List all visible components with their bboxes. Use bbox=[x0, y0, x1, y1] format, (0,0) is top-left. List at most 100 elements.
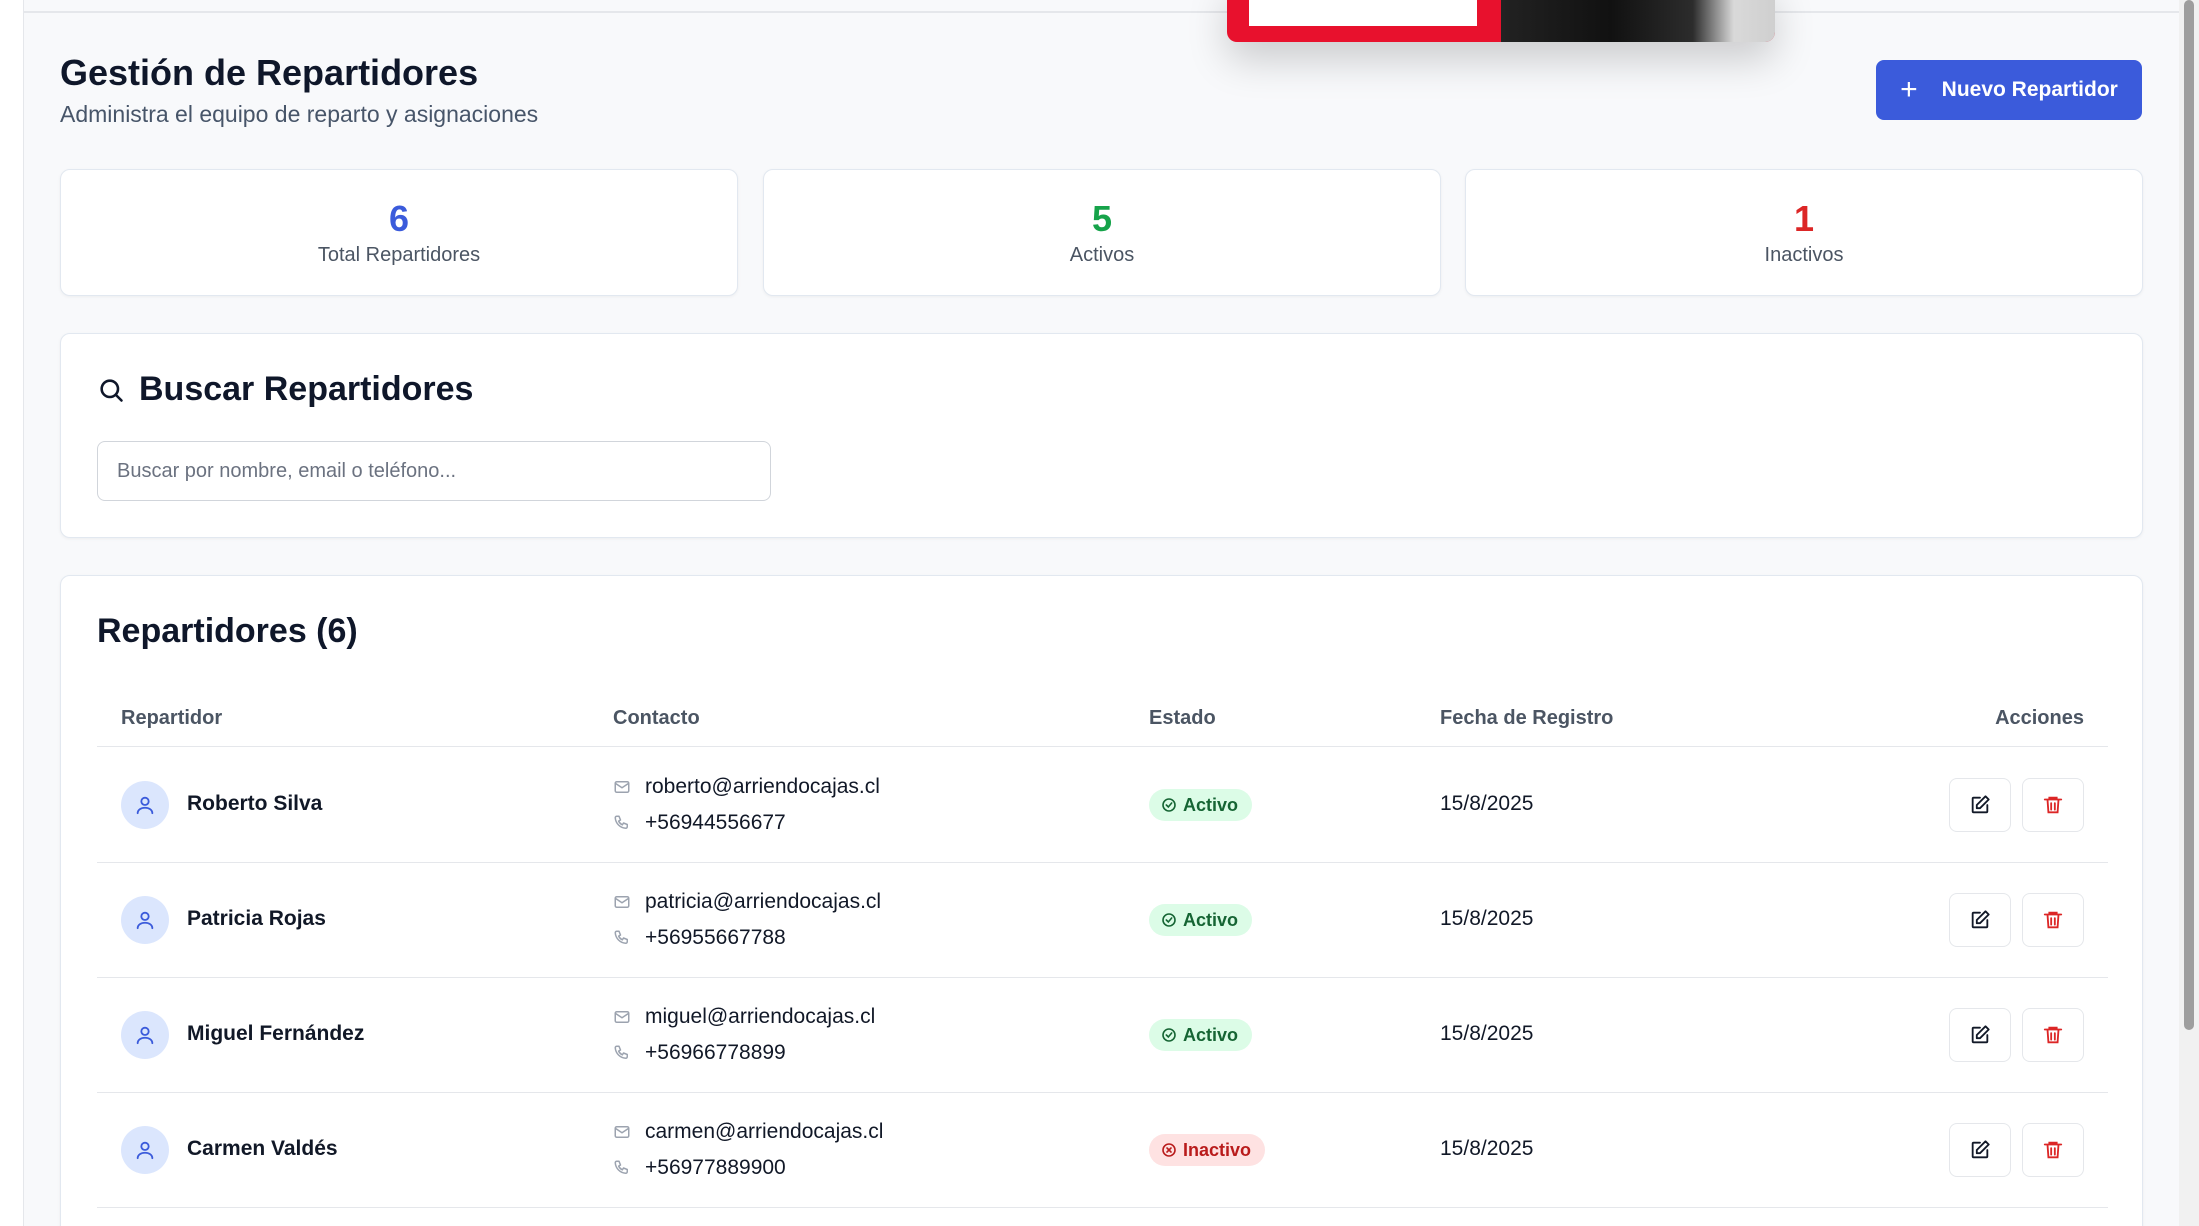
trash-icon bbox=[2043, 911, 2063, 929]
status-badge: Inactivo bbox=[1149, 1134, 1266, 1166]
contact-email-text: carmen@arriendocajas.cl bbox=[645, 1120, 884, 1143]
contact-email: miguel@arriendocajas.cl bbox=[613, 1005, 875, 1029]
contact-phone: +56944556677 bbox=[613, 811, 786, 835]
contact-phone: +56977889900 bbox=[613, 1156, 786, 1180]
registration-date: 15/8/2025 bbox=[1440, 1022, 1534, 1045]
delete-button[interactable] bbox=[2022, 1123, 2084, 1177]
phone-icon bbox=[614, 930, 628, 944]
overlay-popup-fragment bbox=[1227, 0, 1775, 42]
list-title: Repartidores (6) bbox=[97, 612, 358, 650]
contact-phone-text: +56944556677 bbox=[645, 811, 786, 834]
x-circle-icon bbox=[1162, 1143, 1176, 1157]
phone-icon bbox=[614, 815, 628, 829]
stat-inactive-label: Inactivos bbox=[1764, 244, 1844, 266]
delete-button[interactable] bbox=[2022, 1008, 2084, 1062]
trash-icon bbox=[2043, 1141, 2063, 1159]
status-badge-text: Activo bbox=[1183, 909, 1239, 930]
user-icon bbox=[136, 1026, 154, 1045]
column-header-contacto: Contacto bbox=[613, 707, 700, 729]
trash-icon bbox=[2043, 796, 2063, 814]
phone-icon bbox=[614, 1045, 628, 1059]
column-header-repartidor: Repartidor bbox=[121, 707, 223, 729]
overlay-white-panel bbox=[1249, 0, 1477, 26]
table-row: Miguel Fernández miguel@arriendocajas.cl… bbox=[97, 978, 2108, 1093]
contact-phone: +56955667788 bbox=[613, 926, 786, 950]
registration-date: 15/8/2025 bbox=[1440, 1137, 1534, 1160]
contact-email-text: miguel@arriendocajas.cl bbox=[645, 1005, 876, 1028]
main-content: Gestión de Repartidores Administra el eq… bbox=[24, 0, 2179, 1226]
edit-icon bbox=[1971, 910, 1990, 929]
table-row: Carmen Valdés carmen@arriendocajas.cl +5… bbox=[97, 1093, 2108, 1208]
contact-email-text: roberto@arriendocajas.cl bbox=[645, 775, 880, 798]
overlay-photo bbox=[1501, 0, 1775, 42]
stat-active-value: 5 bbox=[1091, 198, 1113, 239]
repartidor-name: Roberto Silva bbox=[187, 792, 323, 815]
user-icon bbox=[136, 1141, 154, 1160]
check-circle-icon bbox=[1162, 1028, 1176, 1042]
column-header-estado: Estado bbox=[1149, 707, 1216, 729]
top-bar bbox=[24, 0, 2179, 13]
vertical-scrollbar[interactable] bbox=[2179, 0, 2199, 1226]
plus-icon: + bbox=[1900, 73, 1918, 106]
registration-date: 15/8/2025 bbox=[1440, 792, 1534, 815]
edit-icon bbox=[1971, 795, 1990, 814]
status-badge-text: Activo bbox=[1183, 1024, 1239, 1045]
edit-button[interactable] bbox=[1949, 778, 2011, 832]
stat-total-label: Total Repartidores bbox=[317, 244, 481, 266]
column-header-fecha: Fecha de Registro bbox=[1440, 707, 1614, 729]
repartidor-name: Miguel Fernández bbox=[187, 1022, 365, 1045]
contact-email: roberto@arriendocajas.cl bbox=[613, 775, 880, 799]
new-repartidor-button[interactable]: + Nuevo Repartidor bbox=[1876, 60, 2142, 120]
edit-icon bbox=[1971, 1025, 1990, 1044]
check-circle-icon bbox=[1162, 798, 1176, 812]
contact-email: patricia@arriendocajas.cl bbox=[613, 890, 881, 914]
avatar bbox=[121, 781, 169, 829]
edit-button[interactable] bbox=[1949, 1008, 2011, 1062]
mail-icon bbox=[614, 1011, 630, 1023]
repartidor-name: Carmen Valdés bbox=[187, 1137, 338, 1160]
stat-card-active: 5 Activos bbox=[763, 169, 1441, 296]
trash-icon bbox=[2043, 1026, 2063, 1044]
mail-icon bbox=[614, 781, 630, 793]
mail-icon bbox=[614, 1126, 630, 1138]
status-badge: Activo bbox=[1149, 904, 1253, 936]
table-row: Roberto Silva roberto@arriendocajas.cl +… bbox=[97, 748, 2108, 863]
new-repartidor-button-label: Nuevo Repartidor bbox=[1941, 78, 2118, 101]
contact-phone-text: +56955667788 bbox=[645, 926, 786, 949]
delete-button[interactable] bbox=[2022, 778, 2084, 832]
delete-button[interactable] bbox=[2022, 893, 2084, 947]
stat-inactive-value: 1 bbox=[1793, 198, 1815, 239]
stat-card-inactive: 1 Inactivos bbox=[1465, 169, 2143, 296]
table-row: Patricia Rojas patricia@arriendocajas.cl… bbox=[97, 863, 2108, 978]
status-badge: Activo bbox=[1149, 789, 1253, 821]
contact-email: carmen@arriendocajas.cl bbox=[613, 1120, 883, 1144]
left-rail bbox=[0, 0, 24, 1226]
contact-phone: +56966778899 bbox=[613, 1041, 786, 1065]
column-header-acciones: Acciones bbox=[1995, 707, 2084, 729]
mail-icon bbox=[614, 896, 630, 908]
edit-button[interactable] bbox=[1949, 1123, 2011, 1177]
app-viewport: Gestión de Repartidores Administra el eq… bbox=[0, 0, 2199, 1226]
page-title: Gestión de Repartidores bbox=[60, 52, 479, 93]
user-icon bbox=[136, 911, 154, 930]
contact-email-text: patricia@arriendocajas.cl bbox=[645, 890, 882, 913]
table-header: Repartidor Contacto Estado Fecha de Regi… bbox=[97, 691, 2108, 747]
status-badge-text: Activo bbox=[1183, 794, 1239, 815]
user-icon bbox=[136, 796, 154, 815]
status-badge-text: Inactivo bbox=[1183, 1139, 1252, 1160]
check-circle-icon bbox=[1162, 913, 1176, 927]
scrollbar-thumb[interactable] bbox=[2184, 0, 2194, 1030]
repartidor-name: Patricia Rojas bbox=[187, 907, 326, 930]
search-title-text: Buscar Repartidores bbox=[139, 370, 474, 408]
contact-phone-text: +56977889900 bbox=[645, 1156, 786, 1179]
edit-button[interactable] bbox=[1949, 893, 2011, 947]
stat-card-total: 6 Total Repartidores bbox=[60, 169, 738, 296]
contact-phone-text: +56966778899 bbox=[645, 1041, 786, 1064]
search-input[interactable] bbox=[97, 441, 771, 501]
avatar bbox=[121, 1011, 169, 1059]
avatar bbox=[121, 1126, 169, 1174]
stat-active-label: Activos bbox=[1069, 244, 1135, 266]
search-card: Buscar Repartidores bbox=[60, 333, 2143, 538]
avatar bbox=[121, 896, 169, 944]
repartidores-list-card: Repartidores (6) Repartidor Contacto Est… bbox=[60, 575, 2143, 1226]
